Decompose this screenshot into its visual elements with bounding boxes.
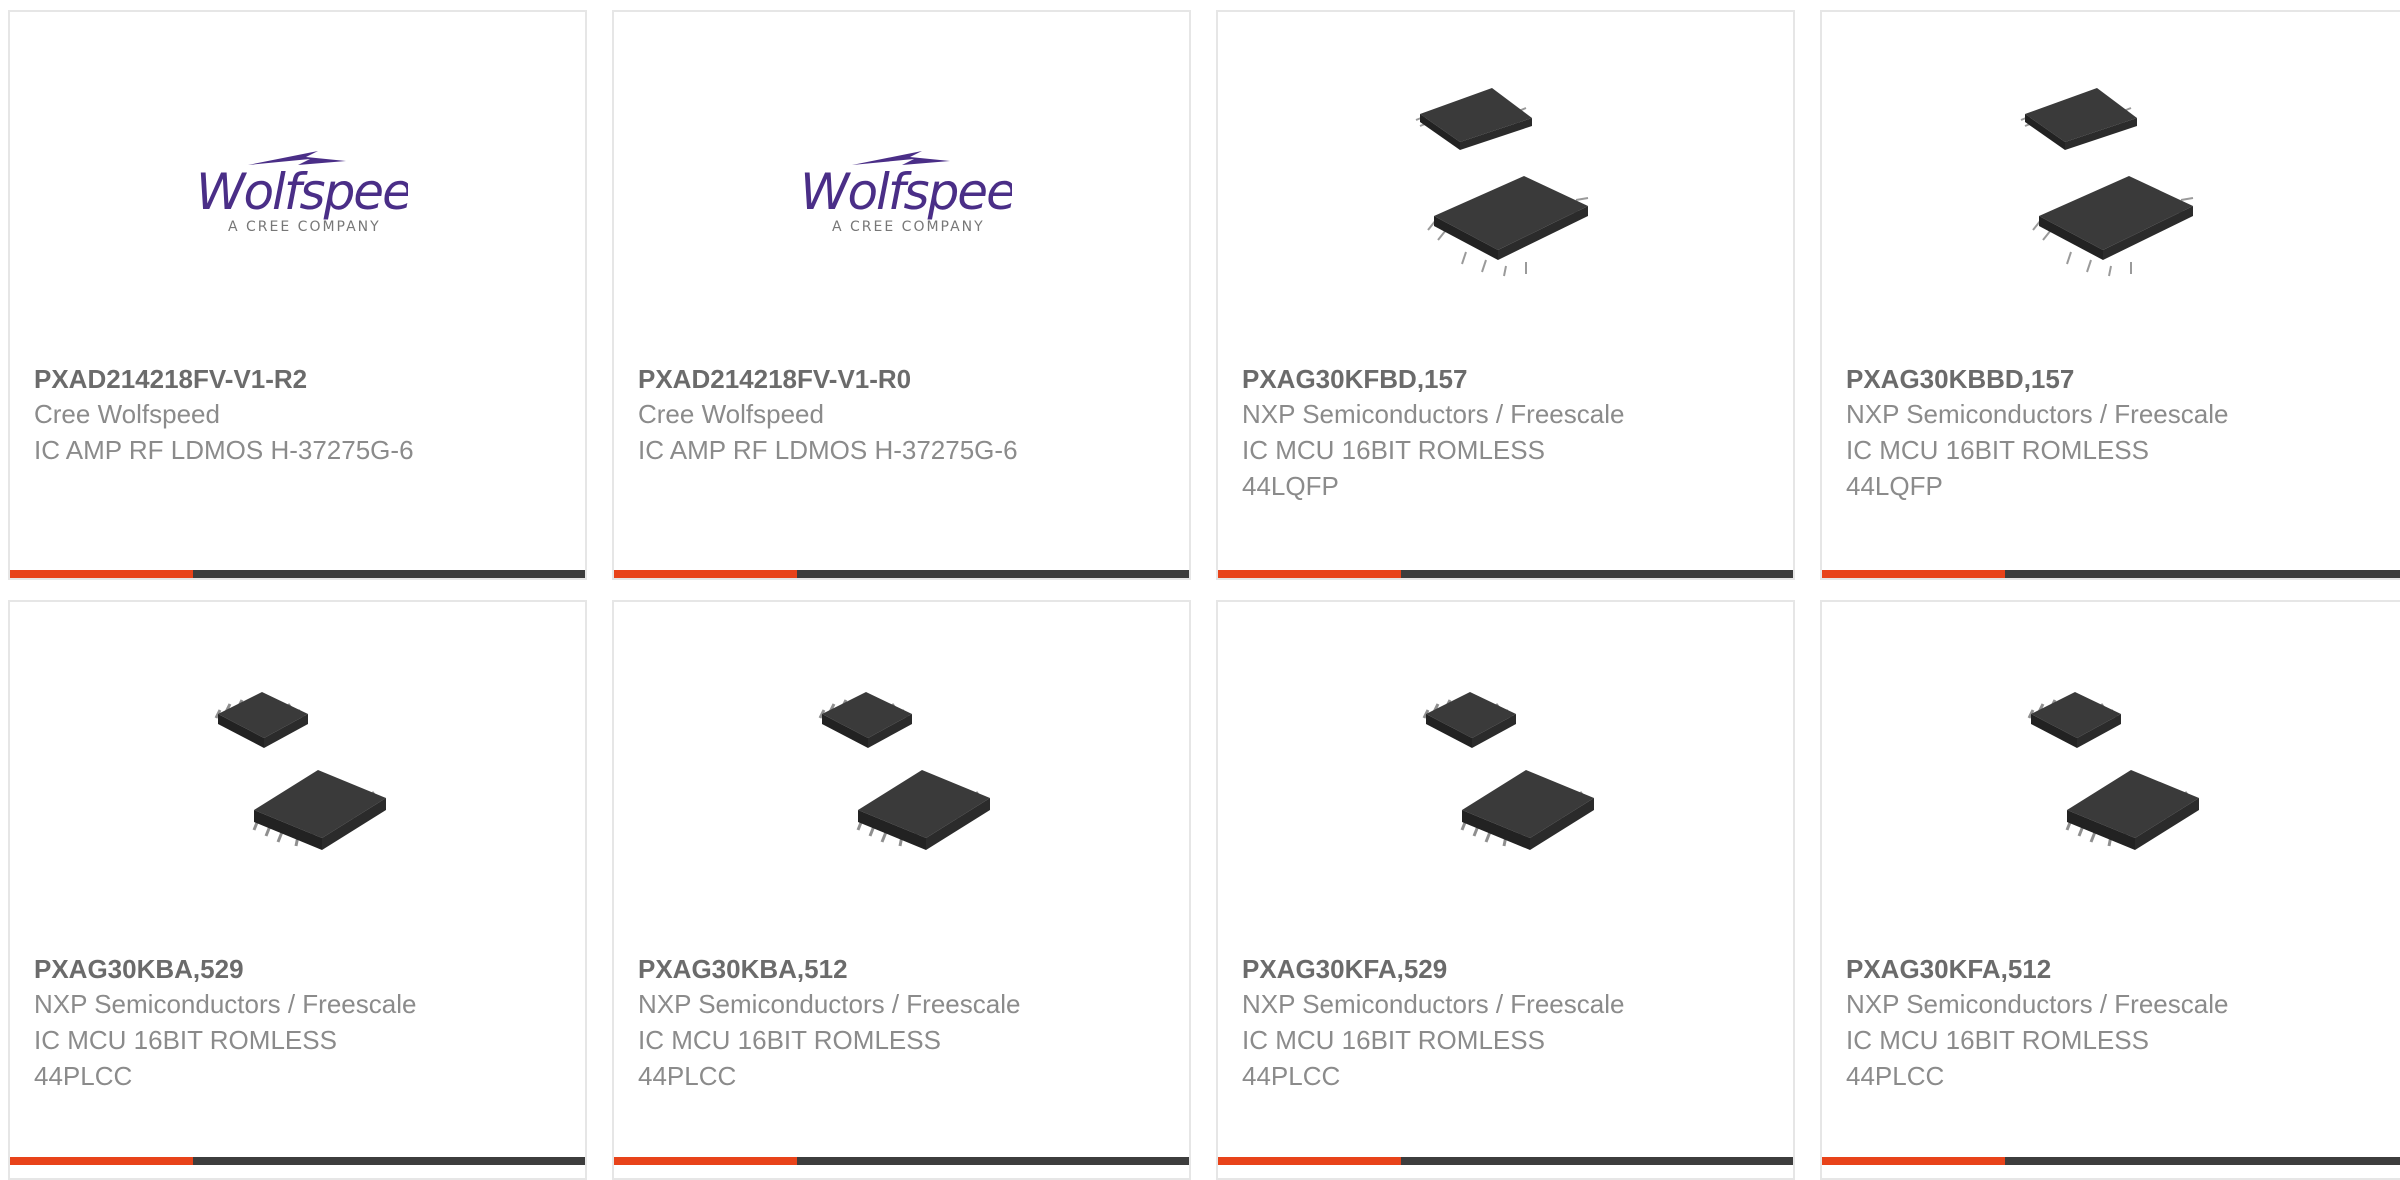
product-card[interactable]: PXAG30KBBD,157 NXP Semiconductors / Free… <box>1820 10 2400 580</box>
card-footer-bar <box>1218 1157 1793 1165</box>
plcc-chip-icon <box>1218 670 1793 870</box>
package: 44PLCC <box>638 1061 737 1091</box>
lqfp-chip-icon <box>1822 80 2400 280</box>
accent-strip <box>10 570 193 578</box>
wolfspeed-logo: Wolfspeed. A CREE COMPANY <box>10 80 585 280</box>
part-number[interactable]: PXAG30KFA,512 <box>1846 952 2376 986</box>
accent-strip <box>1218 1157 1401 1165</box>
part-number[interactable]: PXAG30KBA,512 <box>638 952 1165 986</box>
manufacturer: NXP Semiconductors / Freescale <box>1846 399 2229 429</box>
card-footer-bar <box>614 570 1189 578</box>
card-footer-bar <box>1822 1157 2400 1165</box>
description: IC MCU 16BIT ROMLESS <box>34 1025 337 1055</box>
product-grid: Wolfspeed. A CREE COMPANY PXAD214218FV-V… <box>0 0 2400 1180</box>
manufacturer: NXP Semiconductors / Freescale <box>1242 399 1625 429</box>
svg-text:A CREE COMPANY: A CREE COMPANY <box>832 219 985 235</box>
description: IC MCU 16BIT ROMLESS <box>1846 435 2149 465</box>
accent-strip <box>1218 570 1401 578</box>
manufacturer: NXP Semiconductors / Freescale <box>34 989 417 1019</box>
part-number[interactable]: PXAG30KFBD,157 <box>1242 362 1769 396</box>
accent-strip <box>10 1157 193 1165</box>
package: 44PLCC <box>1242 1061 1341 1091</box>
svg-text:A CREE COMPANY: A CREE COMPANY <box>228 219 381 235</box>
wolfspeed-logo: Wolfspeed. A CREE COMPANY <box>614 80 1189 280</box>
svg-text:Wolfspeed.: Wolfspeed. <box>196 163 408 221</box>
description: IC AMP RF LDMOS H-37275G-6 <box>34 435 414 465</box>
manufacturer: NXP Semiconductors / Freescale <box>1242 989 1625 1019</box>
product-card[interactable]: Wolfspeed. A CREE COMPANY PXAD214218FV-V… <box>612 10 1191 580</box>
card-footer-bar <box>614 1157 1189 1165</box>
product-card[interactable]: PXAG30KBA,512 NXP Semiconductors / Frees… <box>612 600 1191 1180</box>
manufacturer: Cree Wolfspeed <box>638 399 824 429</box>
package: 44LQFP <box>1242 471 1339 501</box>
accent-strip <box>614 1157 797 1165</box>
part-number[interactable]: PXAG30KFA,529 <box>1242 952 1769 986</box>
description: IC MCU 16BIT ROMLESS <box>1242 1025 1545 1055</box>
product-card[interactable]: PXAG30KBA,529 NXP Semiconductors / Frees… <box>8 600 587 1180</box>
description: IC MCU 16BIT ROMLESS <box>638 1025 941 1055</box>
part-number[interactable]: PXAG30KBBD,157 <box>1846 362 2376 396</box>
manufacturer: NXP Semiconductors / Freescale <box>638 989 1021 1019</box>
accent-strip <box>614 570 797 578</box>
part-number[interactable]: PXAD214218FV-V1-R0 <box>638 362 1165 396</box>
manufacturer: Cree Wolfspeed <box>34 399 220 429</box>
package: 44LQFP <box>1846 471 1943 501</box>
plcc-chip-icon <box>1822 670 2400 870</box>
card-footer-bar <box>1218 570 1793 578</box>
product-card[interactable]: Wolfspeed. A CREE COMPANY PXAD214218FV-V… <box>8 10 587 580</box>
accent-strip <box>1822 570 2005 578</box>
accent-strip <box>1822 1157 2005 1165</box>
plcc-chip-icon <box>614 670 1189 870</box>
card-footer-bar <box>10 1157 585 1165</box>
description: IC AMP RF LDMOS H-37275G-6 <box>638 435 1018 465</box>
product-card[interactable]: PXAG30KFA,529 NXP Semiconductors / Frees… <box>1216 600 1795 1180</box>
package: 44PLCC <box>34 1061 133 1091</box>
description: IC MCU 16BIT ROMLESS <box>1242 435 1545 465</box>
card-footer-bar <box>1822 570 2400 578</box>
part-number[interactable]: PXAG30KBA,529 <box>34 952 561 986</box>
description: IC MCU 16BIT ROMLESS <box>1846 1025 2149 1055</box>
svg-text:Wolfspeed.: Wolfspeed. <box>800 163 1012 221</box>
product-card[interactable]: PXAG30KFA,512 NXP Semiconductors / Frees… <box>1820 600 2400 1180</box>
lqfp-chip-icon <box>1218 80 1793 280</box>
product-card[interactable]: PXAG30KFBD,157 NXP Semiconductors / Free… <box>1216 10 1795 580</box>
package: 44PLCC <box>1846 1061 1945 1091</box>
part-number[interactable]: PXAD214218FV-V1-R2 <box>34 362 561 396</box>
card-footer-bar <box>10 570 585 578</box>
plcc-chip-icon <box>10 670 585 870</box>
manufacturer: NXP Semiconductors / Freescale <box>1846 989 2229 1019</box>
